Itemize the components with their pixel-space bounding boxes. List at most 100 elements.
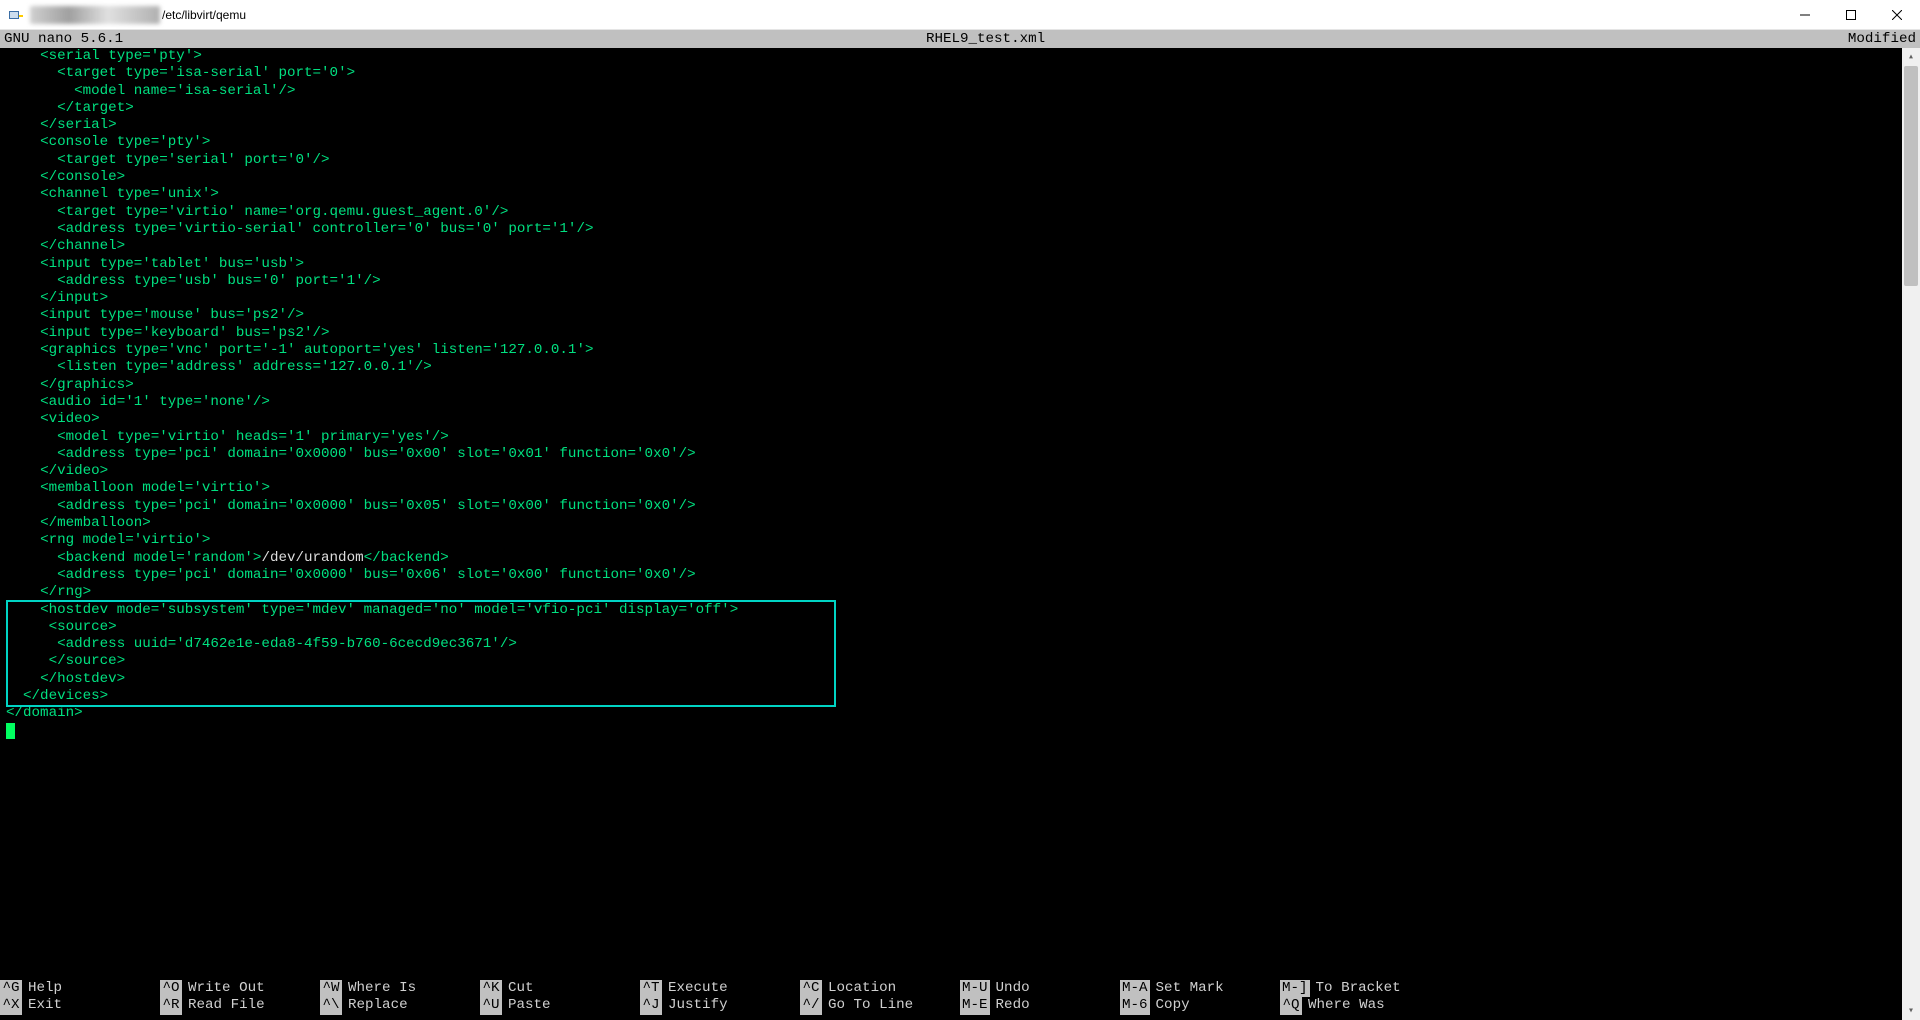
shortcut-key: ^C (800, 980, 822, 997)
shortcut-go-to-line[interactable]: ^/ Go To Line (800, 997, 960, 1014)
nano-modified-status: Modified (1848, 30, 1916, 48)
code-line[interactable]: <address type='pci' domain='0x0000' bus=… (6, 567, 1902, 584)
shortcut-label: Location (828, 980, 896, 997)
shortcut-copy[interactable]: M-6 Copy (1120, 997, 1280, 1014)
code-line[interactable]: </graphics> (6, 377, 1902, 394)
code-line[interactable]: <target type='serial' port='0'/> (6, 152, 1902, 169)
code-line[interactable]: <target type='virtio' name='org.qemu.gue… (6, 204, 1902, 221)
shortcut-key: M-] (1280, 980, 1310, 997)
shortcut-justify[interactable]: ^J Justify (640, 997, 800, 1014)
shortcut-replace[interactable]: ^\Replace (320, 997, 480, 1014)
shortcut-label: Exit (28, 997, 62, 1014)
code-line[interactable]: <graphics type='vnc' port='-1' autoport=… (6, 342, 1902, 359)
code-line[interactable]: <address type='virtio-serial' controller… (6, 221, 1902, 238)
code-line[interactable]: <address type='usb' bus='0' port='1'/> (6, 273, 1902, 290)
code-line[interactable]: <channel type='unix'> (6, 186, 1902, 203)
code-line[interactable]: </console> (6, 169, 1902, 186)
shortcut-key: M-E (960, 997, 990, 1014)
code-line[interactable]: <input type='keyboard' bus='ps2'/> (6, 325, 1902, 342)
shortcut-key: ^\ (320, 997, 342, 1014)
code-line[interactable]: </devices> (6, 688, 1902, 705)
shortcut-label: Execute (668, 980, 728, 997)
code-line[interactable]: <audio id='1' type='none'/> (6, 394, 1902, 411)
code-line[interactable]: </domain> (6, 705, 1902, 722)
shortcut-label: Set Mark (1156, 980, 1224, 997)
shortcut-location[interactable]: ^C Location (800, 980, 960, 997)
shortcut-label: Justify (668, 997, 728, 1014)
code-line[interactable]: <address type='pci' domain='0x0000' bus=… (6, 446, 1902, 463)
terminal-area[interactable]: GNU nano 5.6.1 RHEL9_test.xml Modified <… (0, 30, 1920, 1020)
shortcut-label: Undo (996, 980, 1030, 997)
code-line[interactable]: <rng model='virtio'> (6, 532, 1902, 549)
shortcut-redo[interactable]: M-ERedo (960, 997, 1120, 1014)
shortcut-label: Paste (508, 997, 551, 1014)
close-button[interactable] (1874, 0, 1920, 29)
code-line[interactable]: <model name='isa-serial'/> (6, 83, 1902, 100)
shortcut-key: ^Q (1280, 997, 1302, 1014)
code-line[interactable]: <backend model='random'>/dev/urandom</ba… (6, 550, 1902, 567)
code-line[interactable]: </rng> (6, 584, 1902, 601)
shortcut-key: M-A (1120, 980, 1150, 997)
scroll-up-arrow[interactable]: ▴ (1902, 48, 1920, 66)
code-line[interactable]: <address type='pci' domain='0x0000' bus=… (6, 498, 1902, 515)
shortcut-cut[interactable]: ^K Cut (480, 980, 640, 997)
scroll-thumb[interactable] (1904, 66, 1918, 286)
shortcut-label: Write Out (188, 980, 265, 997)
shortcut-key: ^R (160, 997, 182, 1014)
code-line[interactable]: </memballoon> (6, 515, 1902, 532)
shortcut-write-out[interactable]: ^OWrite Out (160, 980, 320, 997)
shortcut-label: Where Was (1308, 997, 1385, 1014)
scrollbar[interactable]: ▴ ▾ (1902, 48, 1920, 1020)
shortcut-key: ^X (0, 997, 22, 1014)
code-line[interactable]: <input type='mouse' bus='ps2'/> (6, 307, 1902, 324)
shortcut-key: ^T (640, 980, 662, 997)
shortcut-where-was[interactable]: ^Q Where Was (1280, 997, 1440, 1014)
code-line[interactable]: <address uuid='d7462e1e-eda8-4f59-b760-6… (6, 636, 1902, 653)
shortcut-key: M-6 (1120, 997, 1150, 1014)
code-line[interactable]: <model type='virtio' heads='1' primary='… (6, 429, 1902, 446)
code-line[interactable]: <video> (6, 411, 1902, 428)
shortcut-key: ^K (480, 980, 502, 997)
editor-viewport[interactable]: <serial type='pty'> <target type='isa-se… (0, 48, 1902, 980)
shortcut-label: To Bracket (1316, 980, 1401, 997)
cursor-line[interactable] (6, 723, 1902, 740)
shortcut-where-is[interactable]: ^WWhere Is (320, 980, 480, 997)
shortcut-label: Where Is (348, 980, 416, 997)
code-line[interactable]: <target type='isa-serial' port='0'> (6, 65, 1902, 82)
code-line[interactable]: <listen type='address' address='127.0.0.… (6, 359, 1902, 376)
shortcut-undo[interactable]: M-UUndo (960, 980, 1120, 997)
code-line[interactable]: <input type='tablet' bus='usb'> (6, 256, 1902, 273)
code-line[interactable]: <source> (6, 619, 1902, 636)
code-line[interactable]: </channel> (6, 238, 1902, 255)
scroll-down-arrow[interactable]: ▾ (1902, 1002, 1920, 1020)
shortcut-set-mark[interactable]: M-A Set Mark (1120, 980, 1280, 997)
code-line[interactable]: </hostdev> (6, 671, 1902, 688)
code-line[interactable]: <hostdev mode='subsystem' type='mdev' ma… (6, 602, 1902, 619)
shortcut-exit[interactable]: ^X Exit (0, 997, 160, 1014)
code-line[interactable]: <memballoon model='virtio'> (6, 480, 1902, 497)
shortcut-label: Copy (1156, 997, 1190, 1014)
shortcut-label: Cut (508, 980, 534, 997)
shortcut-key: ^G (0, 980, 22, 997)
code-line[interactable]: <console type='pty'> (6, 134, 1902, 151)
code-line[interactable]: <serial type='pty'> (6, 48, 1902, 65)
code-line[interactable]: </source> (6, 653, 1902, 670)
shortcut-to-bracket[interactable]: M-] To Bracket (1280, 980, 1440, 997)
code-line[interactable]: </target> (6, 100, 1902, 117)
shortcut-paste[interactable]: ^UPaste (480, 997, 640, 1014)
shortcut-execute[interactable]: ^T Execute (640, 980, 800, 997)
shortcut-label: Help (28, 980, 62, 997)
code-line[interactable]: </input> (6, 290, 1902, 307)
shortcut-key: ^J (640, 997, 662, 1014)
code-line[interactable]: </serial> (6, 117, 1902, 134)
putty-icon (8, 7, 24, 23)
shortcut-key: ^/ (800, 997, 822, 1014)
nano-app-version: GNU nano 5.6.1 (4, 30, 123, 48)
maximize-button[interactable] (1828, 0, 1874, 29)
minimize-button[interactable] (1782, 0, 1828, 29)
shortcut-help[interactable]: ^G Help (0, 980, 160, 997)
shortcut-label: Go To Line (828, 997, 913, 1014)
shortcut-read-file[interactable]: ^RRead File (160, 997, 320, 1014)
nano-shortcut-bar: ^G Help ^OWrite Out^WWhere Is^K Cut ^T Execut… (0, 980, 1902, 1020)
code-line[interactable]: </video> (6, 463, 1902, 480)
